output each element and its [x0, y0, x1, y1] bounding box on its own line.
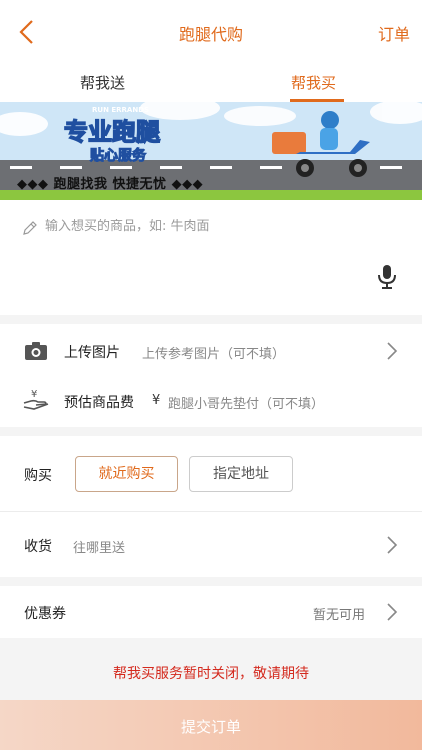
pencil-icon — [23, 221, 37, 235]
svg-text:¥: ¥ — [31, 389, 37, 400]
banner-slogan: ◆◆◆ 跑腿找我 快捷无忧 ◆◆◆ — [17, 177, 204, 192]
coupon-row[interactable]: 优惠券 暂无可用 — [0, 586, 422, 638]
chevron-right-icon — [387, 536, 398, 554]
goods-input-area — [0, 200, 422, 315]
banner-badge: RUN ERRANDS — [92, 106, 149, 114]
currency-symbol: ¥ — [152, 393, 161, 408]
tab-send-for-me[interactable]: 帮我送 — [80, 72, 125, 93]
tab-buy-for-me[interactable]: 帮我买 — [291, 72, 336, 93]
camera-icon — [25, 342, 47, 360]
buy-label: 购买 — [24, 468, 52, 484]
money-hand-icon: ¥ — [23, 389, 49, 410]
delivery-hint: 往哪里送 — [73, 541, 126, 556]
submit-order-label: 提交订单 — [180, 718, 241, 736]
microphone-icon[interactable] — [376, 264, 398, 290]
banner-subline: 贴心服务 — [90, 147, 147, 164]
coupon-value: 暂无可用 — [313, 608, 366, 623]
estimate-price-hint: 跑腿小哥先垫付（可不填） — [168, 397, 325, 412]
estimate-price-label: 预估商品费 — [64, 395, 134, 411]
submit-order-button[interactable]: 提交订单 — [0, 700, 422, 750]
service-closed-notice: 帮我买服务暂时关闭，敬请期待 — [113, 666, 309, 682]
divider — [0, 511, 422, 512]
chevron-right-icon — [387, 603, 398, 621]
page-title: 跑腿代购 — [178, 25, 243, 44]
upload-image-label: 上传图片 — [64, 345, 120, 361]
banner-headline: 专业跑腿 — [64, 118, 160, 146]
upload-image-hint: 上传参考图片（可不填） — [142, 347, 286, 362]
coupon-label: 优惠券 — [24, 606, 66, 622]
tab-bar: 帮我送 帮我买 — [0, 62, 422, 102]
buy-nearby-button[interactable]: 就近购买 — [75, 456, 178, 492]
buy-delivery-section: 购买 就近购买 指定地址 收货 往哪里送 — [0, 436, 422, 577]
specify-address-button[interactable]: 指定地址 — [189, 456, 293, 492]
goods-input[interactable] — [45, 219, 365, 234]
chevron-right-icon — [387, 342, 398, 360]
upload-estimate-section: 上传图片 上传参考图片（可不填） ¥ 预估商品费 ¥ 跑腿小哥先垫付（可不填） — [0, 324, 422, 427]
order-link[interactable]: 订单 — [378, 21, 410, 45]
promo-banner: RUN ERRANDS 专业跑腿 贴心服务 ◆◆◆ 跑腿找我 快捷无忧 ◆◆◆ — [0, 102, 422, 200]
top-navbar: 跑腿代购 订单 — [0, 0, 422, 62]
delivery-label: 收货 — [24, 539, 52, 555]
